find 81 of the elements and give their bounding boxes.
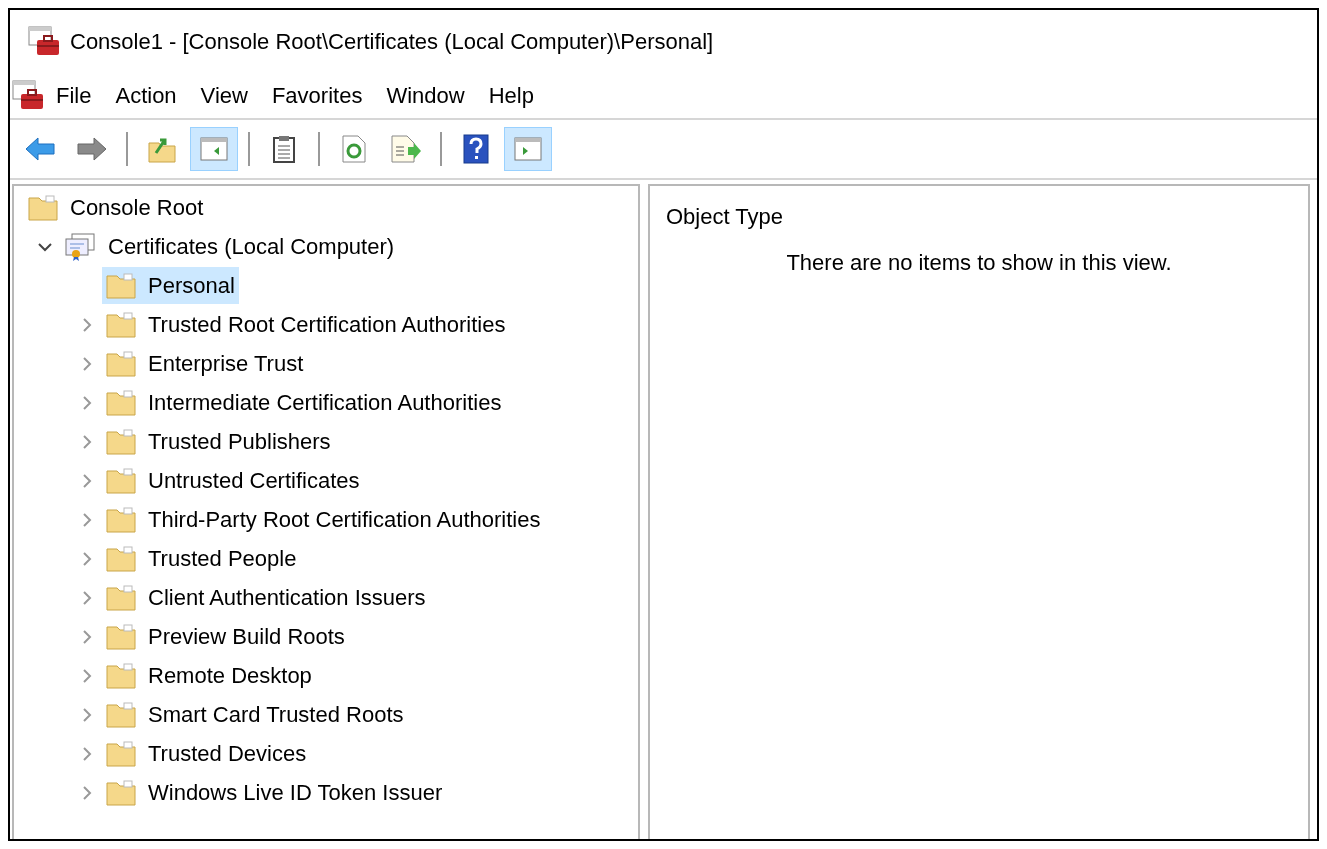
chevron-right-icon[interactable] — [82, 590, 92, 605]
tree-item[interactable]: Certificates (Local Computer) — [60, 228, 399, 265]
tree-item[interactable]: Client Authentication Issuers — [102, 579, 430, 616]
tree-item-label: Untrusted Certificates — [148, 467, 360, 495]
tree-item-label: Client Authentication Issuers — [148, 584, 426, 612]
chevron-down-icon[interactable] — [38, 241, 52, 252]
menu-item[interactable]: Favorites — [259, 72, 375, 118]
chevron-right-icon[interactable] — [82, 356, 92, 371]
folder-icon — [106, 740, 136, 767]
tree-item-label: Intermediate Certification Authorities — [148, 389, 502, 417]
tree-item-label: Trusted Publishers — [148, 428, 331, 456]
tree-item-label: Remote Desktop — [148, 662, 312, 690]
window-pane-icon — [200, 137, 228, 161]
back-arrow-icon — [24, 136, 56, 162]
tree-item-label: Personal — [148, 272, 235, 300]
tree-item[interactable]: Trusted Root Certification Authorities — [102, 306, 510, 343]
tree-item[interactable]: Third-Party Root Certification Authorities — [102, 501, 545, 538]
tree-item-label: Certificates (Local Computer) — [108, 233, 395, 261]
folder-icon — [106, 545, 136, 572]
menu-item[interactable]: File — [44, 72, 104, 118]
export-list-icon — [390, 135, 422, 163]
tree-item[interactable]: Preview Build Roots — [102, 618, 349, 655]
window-pane-icon — [514, 137, 542, 161]
column-header[interactable]: Object Type — [650, 186, 1308, 238]
folder-icon — [106, 350, 136, 377]
menu-item[interactable]: View — [188, 72, 260, 118]
tree-item[interactable]: Remote Desktop — [102, 657, 316, 694]
tree-item-label: Windows Live ID Token Issuer — [148, 779, 443, 807]
help-icon — [463, 134, 489, 164]
tree-item[interactable]: Trusted People — [102, 540, 301, 577]
tree-item-label: Enterprise Trust — [148, 350, 304, 378]
clipboard-icon — [272, 135, 296, 163]
tree-item-label: Smart Card Trusted Roots — [148, 701, 404, 729]
chevron-right-icon[interactable] — [82, 395, 92, 410]
folder-icon — [28, 194, 58, 221]
chevron-right-icon[interactable] — [82, 629, 92, 644]
folder-icon — [106, 662, 136, 689]
chevron-right-icon[interactable] — [82, 473, 92, 488]
tree-item-label: Console Root — [70, 194, 204, 222]
tree-item[interactable]: Intermediate Certification Authorities — [102, 384, 506, 421]
window-title: Console1 - [Console Root\Certificates (Local Computer)\Personal] — [70, 27, 714, 56]
chevron-right-icon[interactable] — [82, 317, 92, 332]
menu-item[interactable]: Action — [103, 72, 189, 118]
toolbox-window-icon — [12, 80, 44, 110]
tree-item-label: Trusted Root Certification Authorities — [148, 311, 506, 339]
folder-icon — [106, 428, 136, 455]
empty-message: There are no items to show in this view. — [786, 249, 1172, 277]
menu-item[interactable]: Window — [374, 72, 477, 118]
tree-item-label: Trusted Devices — [148, 740, 307, 768]
tree-item-label: Preview Build Roots — [148, 623, 345, 651]
chevron-right-icon[interactable] — [82, 746, 92, 761]
tree-item[interactable]: Enterprise Trust — [102, 345, 308, 382]
tree-item[interactable]: Trusted Publishers — [102, 423, 335, 460]
tree-item[interactable]: Console Root — [24, 189, 208, 226]
chevron-right-icon[interactable] — [82, 707, 92, 722]
folder-icon — [106, 467, 136, 494]
folder-icon — [106, 272, 136, 299]
chevron-right-icon[interactable] — [82, 551, 92, 566]
chevron-right-icon[interactable] — [82, 668, 92, 683]
folder-icon — [106, 623, 136, 650]
folder-icon — [106, 311, 136, 338]
certificate-icon — [64, 231, 96, 262]
tree-item[interactable]: Trusted Devices — [102, 735, 311, 772]
toolbox-window-icon — [28, 26, 60, 56]
tree-item[interactable]: Untrusted Certificates — [102, 462, 364, 499]
tree-item[interactable]: Personal — [102, 267, 239, 304]
folder-icon — [106, 584, 136, 611]
refresh-document-icon — [341, 135, 367, 163]
chevron-right-icon[interactable] — [82, 785, 92, 800]
folder-icon — [106, 506, 136, 533]
forward-arrow-icon — [76, 136, 108, 162]
folder-icon — [106, 779, 136, 806]
chevron-right-icon[interactable] — [82, 512, 92, 527]
folder-icon — [106, 389, 136, 416]
tree-item-label: Trusted People — [148, 545, 297, 573]
tree-item-label: Third-Party Root Certification Authorities — [148, 506, 541, 534]
menu-item[interactable]: Help — [476, 72, 546, 118]
tree-item[interactable]: Windows Live ID Token Issuer — [102, 774, 447, 811]
chevron-right-icon[interactable] — [82, 434, 92, 449]
folder-icon — [106, 701, 136, 728]
tree-item[interactable]: Smart Card Trusted Roots — [102, 696, 408, 733]
